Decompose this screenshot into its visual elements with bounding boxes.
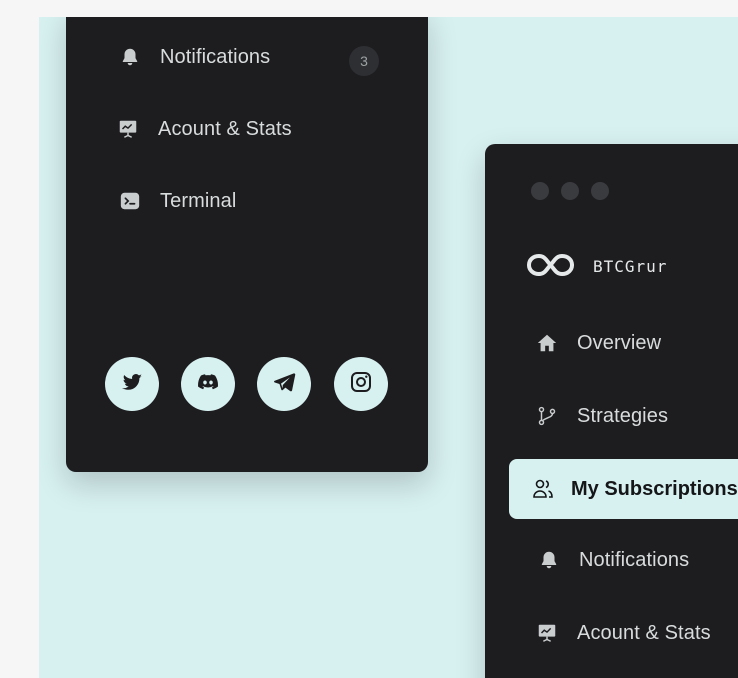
btcgurur-logo-icon — [523, 244, 583, 289]
discord-icon — [196, 370, 220, 399]
sidebar-item-label: Strategies — [577, 404, 669, 427]
telegram-button[interactable] — [257, 357, 311, 411]
git-branch-icon — [535, 404, 559, 428]
sidebar-item-terminal[interactable]: Terminal — [118, 189, 236, 213]
presentation-chart-icon — [116, 117, 140, 141]
instagram-icon — [349, 370, 373, 399]
sidebar-item-notifications[interactable]: Notifications — [118, 45, 270, 69]
sidebar-item-label: Notifications — [579, 548, 690, 571]
sidebar-item-label: Overview — [577, 331, 662, 354]
notification-count-badge: 3 — [349, 46, 379, 76]
canvas: Notifications 3 Acount & Stats Terminal — [39, 17, 738, 678]
sidebar-item-overview[interactable]: Overview — [535, 331, 661, 355]
right-sidebar-panel: BTCGrur Overview Strategies My Subscript… — [485, 144, 738, 678]
window-controls — [531, 182, 609, 200]
brand-name: BTCGrur — [593, 257, 668, 276]
terminal-icon — [118, 189, 142, 213]
discord-button[interactable] — [181, 357, 235, 411]
twitter-icon — [120, 370, 144, 399]
bell-icon — [118, 45, 142, 69]
sidebar-item-label: My Subscriptions — [571, 477, 738, 500]
telegram-icon — [272, 370, 296, 399]
users-icon — [531, 477, 555, 501]
window-dot[interactable] — [531, 182, 549, 200]
left-sidebar-panel: Notifications 3 Acount & Stats Terminal — [66, 17, 428, 472]
home-icon — [535, 331, 559, 355]
sidebar-item-label: Acount & Stats — [158, 117, 292, 140]
bell-icon — [537, 548, 561, 572]
sidebar-item-label: Notifications — [160, 45, 271, 68]
window-dot[interactable] — [591, 182, 609, 200]
sidebar-item-account-stats[interactable]: Acount & Stats — [116, 117, 292, 141]
twitter-button[interactable] — [105, 357, 159, 411]
brand[interactable]: BTCGrur — [523, 244, 667, 289]
sidebar-item-account-stats[interactable]: Acount & Stats — [535, 621, 711, 645]
sidebar-item-label: Acount & Stats — [577, 621, 711, 644]
presentation-chart-icon — [535, 621, 559, 645]
sidebar-item-strategies[interactable]: Strategies — [535, 404, 668, 428]
window-dot[interactable] — [561, 182, 579, 200]
sidebar-item-my-subscriptions[interactable]: My Subscriptions — [509, 459, 738, 519]
instagram-button[interactable] — [334, 357, 388, 411]
sidebar-item-notifications[interactable]: Notifications — [537, 548, 689, 572]
sidebar-item-label: Terminal — [160, 189, 237, 212]
